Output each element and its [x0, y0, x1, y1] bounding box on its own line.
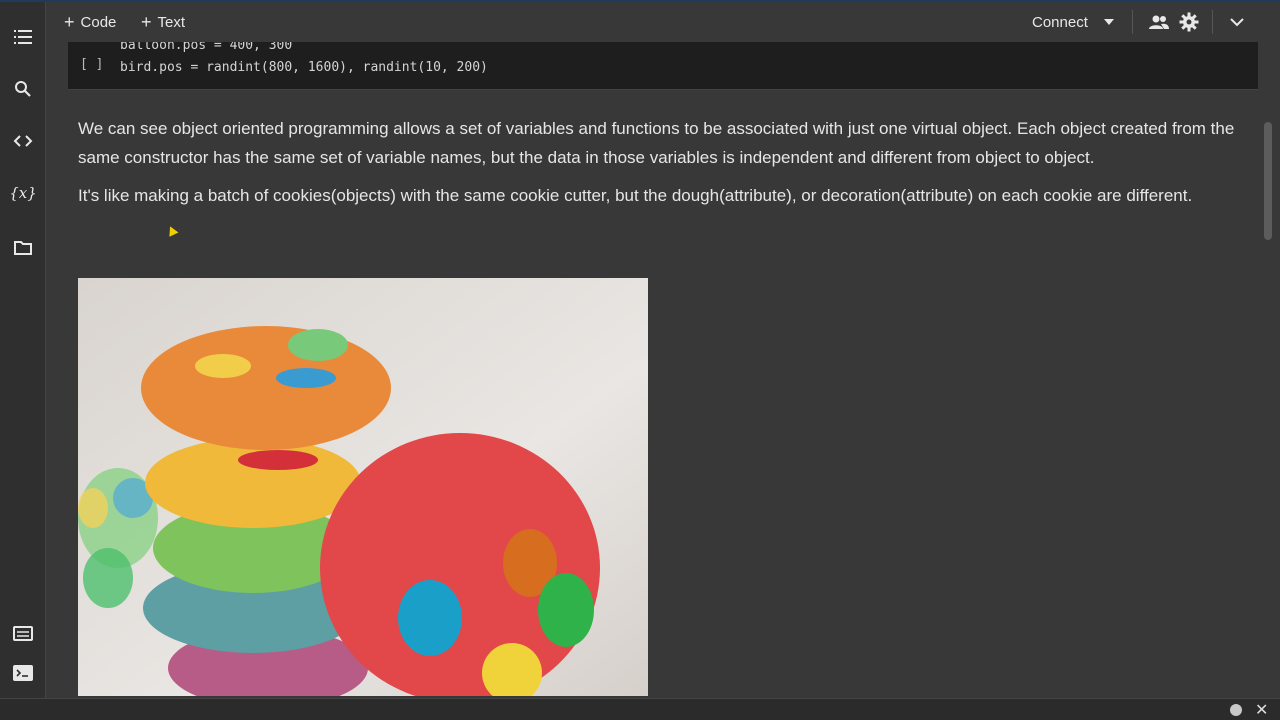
add-text-label: Text — [157, 13, 186, 31]
left-rail: {x} — [0, 2, 46, 698]
table-of-contents-icon[interactable] — [8, 22, 38, 52]
scrollbar-thumb[interactable] — [1264, 122, 1272, 240]
cookies-image — [78, 278, 648, 696]
toolbar-divider — [1132, 10, 1133, 34]
add-code-label: Code — [80, 13, 117, 31]
close-icon[interactable]: ✕ — [1255, 700, 1268, 720]
share-people-icon[interactable] — [1148, 10, 1170, 34]
text-paragraph: We can see object oriented programming a… — [78, 119, 1235, 167]
status-dot-icon — [1230, 704, 1242, 716]
caret-down-icon — [1103, 19, 1114, 25]
connect-button[interactable]: Connect — [1032, 10, 1114, 34]
search-icon[interactable] — [8, 74, 38, 104]
bottom-status-bar: ✕ — [0, 698, 1280, 720]
command-palette-icon[interactable] — [8, 618, 38, 648]
text-paragraph: It's like making a batch of cookies(obje… — [78, 186, 1193, 205]
code-line: bird.pos = randint(800, 1600), randint(1… — [120, 60, 488, 75]
notebook-toolbar: + Code + Text Connect — [46, 2, 1280, 42]
terminal-icon[interactable] — [8, 658, 38, 688]
mouse-cursor — [165, 224, 179, 237]
settings-gear-icon[interactable] — [1179, 10, 1199, 34]
code-line: balloon.pos = 400, 300 — [120, 42, 293, 53]
chevron-down-icon[interactable] — [1230, 10, 1244, 34]
add-text-button[interactable]: + Text — [141, 10, 185, 34]
plus-icon: + — [64, 12, 75, 32]
add-code-button[interactable]: + Code — [64, 10, 116, 34]
files-icon[interactable] — [8, 232, 38, 262]
code-snippets-icon[interactable] — [8, 126, 38, 156]
text-cell: We can see object oriented programming a… — [78, 114, 1238, 219]
run-cell-indicator[interactable]: [ ] — [80, 57, 103, 72]
connect-label: Connect — [1032, 13, 1088, 31]
variables-icon[interactable]: {x} — [8, 178, 38, 208]
plus-icon: + — [141, 12, 152, 32]
code-cell[interactable]: balloon.pos = 400, 300 [ ] bird.pos = ra… — [68, 42, 1258, 90]
toolbar-divider — [1212, 10, 1213, 34]
